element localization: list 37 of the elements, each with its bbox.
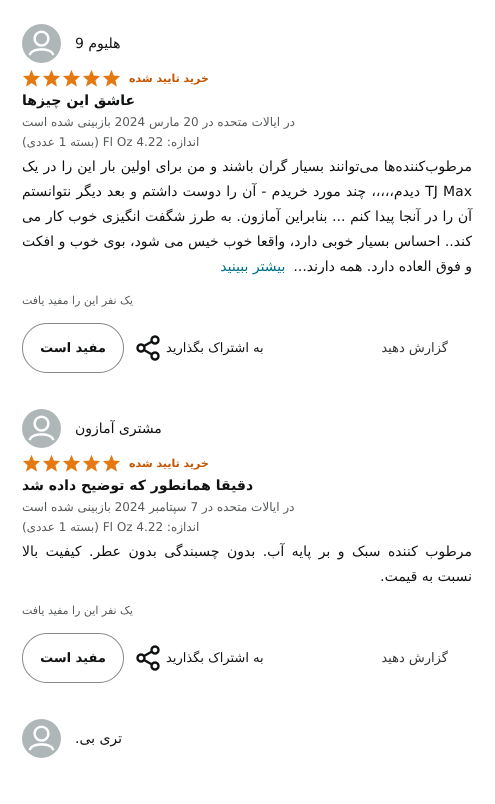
verified-purchase-label: خرید تایید شده [129, 72, 209, 84]
review-text: مرطوب کننده سبک و بر پایه آب. بدون چسبندگی بدون عطر. کیفیت بالا نسبت به قیمت. [22, 542, 472, 587]
review-title: عاشق این چیزها [22, 93, 136, 109]
avatar-icon [22, 719, 61, 758]
star-icon [82, 69, 101, 87]
report-link[interactable]: گزارش دهید [381, 340, 448, 356]
helpful-count: یک نفر این را مفید یافت [22, 294, 133, 307]
share-button[interactable]: به اشتراک بگذارید [136, 645, 264, 671]
see-more-link[interactable]: بیشتر ببینید [220, 259, 286, 275]
product-size: اندازه: 4.22 Fl Oz (بسته 1 عددی) [22, 520, 200, 534]
star-icon [82, 454, 101, 472]
star-icon [62, 69, 81, 87]
star-icon [22, 69, 41, 87]
review-date: در ایالات متحده در 20 مارس 2024 بازبینی شده است [22, 115, 296, 129]
share-button[interactable]: به اشتراک بگذارید [136, 335, 264, 361]
report-link[interactable]: گزارش دهید [381, 650, 448, 666]
star-icon [22, 454, 41, 472]
star-icon [102, 454, 121, 472]
avatar-icon [22, 409, 61, 448]
star-icon [62, 454, 81, 472]
star-icon [42, 454, 61, 472]
star-icon [42, 69, 61, 87]
helpful-count: یک نفر این را مفید یافت [22, 604, 133, 617]
helpful-button[interactable]: مفید است [22, 633, 124, 683]
share-icon [136, 335, 160, 361]
verified-purchase-label: خرید تایید شده [129, 456, 209, 470]
review-text: مرطوب‌کننده‌ها می‌توانند بسیار گران باشند و من برای اولین بار این را در یک TJ Max دیدم،،،،، چند مورد خریدم - آن را دوست داشتم و بعد دیگر نتوانستم آن را در آنجا پیدا کنم ... بنابراین آمازون. به طرز شگفت انگیزی خوب کار می کند.. احساس بسیار خوبی دارد، واقعا خوب خیس می شود، بوی خوب و افکت و فوق العاده دارد. همه دارند... بیشتر ببینید [22, 158, 472, 277]
reviewer-name: هلیوم 9 [75, 36, 121, 52]
reviewer-name: تری بی. [75, 730, 122, 746]
reviewer-name: مشتری آمازون [75, 420, 162, 436]
review-date: در ایالات متحده در 7 سپتامبر 2024 بازبینی شده است [22, 500, 294, 514]
star-icon [102, 69, 121, 87]
share-icon [136, 645, 160, 671]
product-size: اندازه: 4.22 Fl Oz (بسته 1 عددی) [22, 135, 200, 149]
avatar-icon [22, 24, 61, 63]
helpful-button[interactable]: مفید است [22, 323, 124, 373]
review-title: دقیقا همانطور که توضیح داده شد [22, 478, 254, 494]
